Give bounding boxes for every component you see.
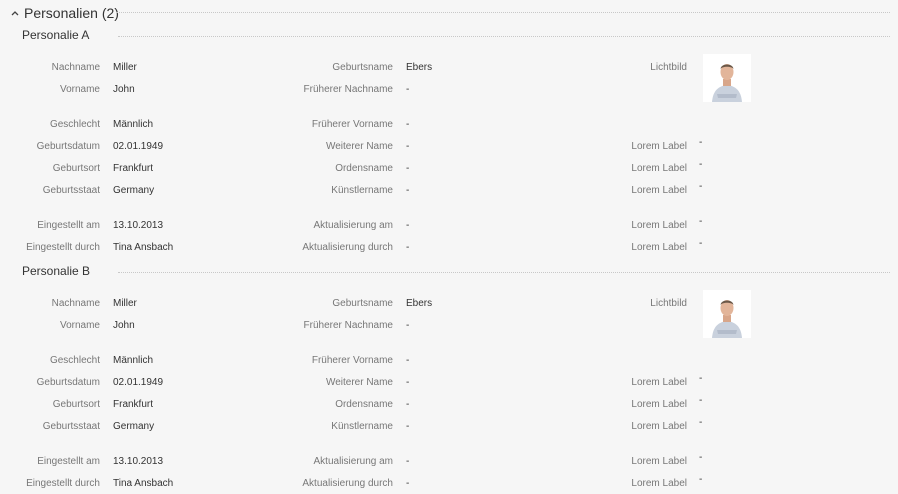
field-value: Männlich: [113, 119, 154, 130]
field-value: -: [406, 399, 410, 410]
field-label: Lorem Label: [631, 220, 687, 231]
section-title: Personalien (2): [24, 5, 119, 21]
field-label: Geburtsname: [332, 298, 393, 309]
person-divider: [118, 272, 890, 273]
field-label: Geschlecht: [49, 119, 100, 130]
field-value: Tina Ansbach: [113, 242, 174, 253]
field-label: Künstlername: [331, 421, 393, 432]
field-label: Ordensname: [335, 163, 393, 174]
field-value: -: [406, 84, 410, 95]
field-label: Lorem Label: [631, 478, 687, 489]
field-label: Geburtsdatum: [36, 141, 100, 152]
field-value: -: [406, 242, 410, 253]
field-label: Lichtbild: [650, 298, 687, 309]
field-value: John: [113, 320, 135, 331]
field-label: Lorem Label: [631, 399, 687, 410]
field-label: Geburtsdatum: [36, 377, 100, 388]
field-label: Geburtsname: [332, 62, 393, 73]
person-title: Personalie A: [22, 28, 90, 42]
field-value: -: [699, 474, 703, 485]
photo-image[interactable]: [703, 54, 751, 102]
field-value: -: [699, 417, 703, 428]
field-value: -: [406, 377, 410, 388]
field-label: Früherer Nachname: [303, 320, 393, 331]
field-value: -: [406, 220, 410, 231]
field-value: Germany: [113, 185, 155, 196]
field-label: Aktualisierung durch: [302, 478, 393, 489]
field-value: -: [699, 181, 703, 192]
field-value: 02.01.1949: [113, 141, 164, 152]
field-label: Lorem Label: [631, 242, 687, 253]
field-label: Früherer Nachname: [303, 84, 393, 95]
field-label: Lorem Label: [631, 421, 687, 432]
field-label: Lichtbild: [650, 62, 687, 73]
field-label: Lorem Label: [631, 163, 687, 174]
field-label: Früherer Vorname: [311, 355, 393, 366]
field-value: 02.01.1949: [113, 377, 164, 388]
field-label: Aktualisierung am: [313, 456, 393, 467]
person-title: Personalie B: [22, 264, 91, 278]
field-value: -: [406, 119, 410, 130]
field-label: Geburtsort: [52, 163, 100, 174]
field-label: Lorem Label: [631, 377, 687, 388]
field-label: Eingestellt durch: [26, 242, 100, 253]
field-value: -: [699, 216, 703, 227]
field-label: Nachname: [51, 62, 100, 73]
field-label: Früherer Vorname: [311, 119, 393, 130]
field-value: -: [406, 478, 410, 489]
field-value: -: [699, 373, 703, 384]
field-label: Lorem Label: [631, 456, 687, 467]
field-value: Miller: [113, 298, 137, 309]
field-value: 13.10.2013: [113, 220, 164, 231]
field-label: Lorem Label: [631, 141, 687, 152]
field-value: Tina Ansbach: [113, 478, 174, 489]
field-value: Frankfurt: [113, 163, 154, 174]
field-value: Frankfurt: [113, 399, 154, 410]
field-label: Eingestellt am: [37, 456, 100, 467]
field-label: Aktualisierung durch: [302, 242, 393, 253]
field-value: John: [113, 84, 135, 95]
field-label: Geburtsstaat: [42, 421, 100, 432]
field-value: Männlich: [113, 355, 154, 366]
field-value: Germany: [113, 421, 155, 432]
field-value: -: [699, 238, 703, 249]
field-value: -: [406, 456, 410, 467]
field-label: Vorname: [59, 320, 100, 331]
field-value: -: [699, 159, 703, 170]
field-value: -: [699, 452, 703, 463]
field-label: Geschlecht: [49, 355, 100, 366]
field-label: Geburtsort: [52, 399, 100, 410]
field-label: Ordensname: [335, 399, 393, 410]
chevron-up-icon[interactable]: [10, 8, 20, 18]
field-value: 13.10.2013: [113, 456, 164, 467]
field-label: Eingestellt durch: [26, 478, 100, 489]
field-value: Ebers: [406, 298, 433, 309]
section-header-personalien[interactable]: Personalien (2): [10, 4, 119, 22]
field-value: Miller: [113, 62, 137, 73]
section-divider: [116, 12, 890, 13]
field-value: -: [699, 137, 703, 148]
field-label: Weiterer Name: [325, 141, 393, 152]
person-divider: [118, 36, 890, 37]
field-label: Künstlername: [331, 185, 393, 196]
field-value: -: [699, 395, 703, 406]
field-label: Eingestellt am: [37, 220, 100, 231]
field-value: -: [406, 141, 410, 152]
field-label: Geburtsstaat: [42, 185, 100, 196]
field-value: -: [406, 185, 410, 196]
field-value: -: [406, 355, 410, 366]
field-value: -: [406, 163, 410, 174]
field-value: Ebers: [406, 62, 433, 73]
field-label: Aktualisierung am: [313, 220, 393, 231]
field-value: -: [406, 421, 410, 432]
photo-image[interactable]: [703, 290, 751, 338]
field-label: Nachname: [51, 298, 100, 309]
field-label: Lorem Label: [631, 185, 687, 196]
field-value: -: [406, 320, 410, 331]
field-label: Vorname: [59, 84, 100, 95]
field-label: Weiterer Name: [325, 377, 393, 388]
